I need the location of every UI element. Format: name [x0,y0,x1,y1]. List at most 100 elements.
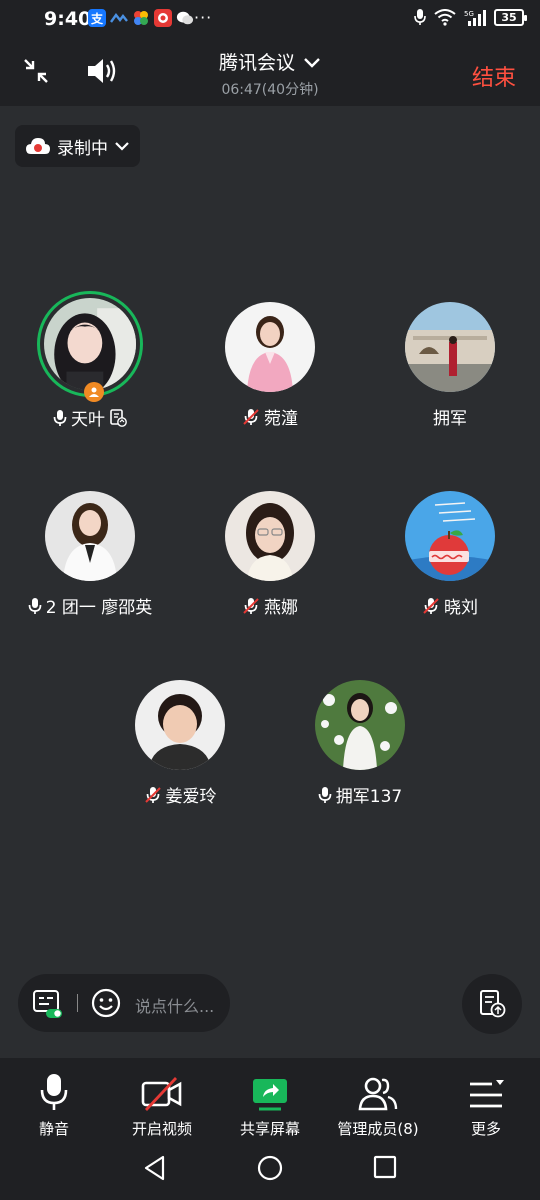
avatar-photo [225,491,315,581]
participant-name: 姜爱玲 [165,787,217,807]
caption-toggle-button[interactable] [32,989,64,1023]
home-circle-icon [257,1155,283,1181]
participant-name: 燕娜 [264,598,298,618]
more-button[interactable]: 更多 [432,1068,540,1139]
host-icon [89,387,99,397]
share-screen-icon [253,1079,287,1111]
participant-name: 拥军 [433,409,467,429]
system-navigation-bar [0,1140,540,1200]
avatar-photo [135,680,225,770]
meeting-title: 腾讯会议 [218,52,295,74]
more-label: 更多 [470,1120,501,1138]
back-triangle-icon [144,1155,165,1181]
chevron-down-icon [115,142,129,151]
app-notification-icon [110,9,128,27]
manage-members-label: 管理成员(8) [337,1120,419,1138]
participant-tile[interactable]: 拥军137 [270,680,450,807]
participant-tile[interactable]: 拥军 [360,302,540,429]
nav-home-button[interactable] [257,1155,283,1185]
participant-name: 晓刘 [444,598,478,618]
notes-icon [480,990,506,1018]
status-bar: 9:40 支 ··· 5G 35 [0,0,540,40]
participant-name-row: 姜爱玲 [90,782,270,807]
cloud-recording-icon [26,138,50,154]
avatar [225,302,315,392]
video-off-icon [141,1077,182,1111]
participant-tile[interactable]: 菀潼 [180,302,360,429]
photos-app-icon [132,9,150,27]
caption-icon [33,990,62,1018]
mic-muted-icon [243,597,259,614]
participant-name: 拥军137 [335,787,403,807]
avatar [37,291,143,402]
nav-back-button[interactable] [143,1155,167,1185]
participant-name-row: 2 团一 廖邵英 [0,593,180,618]
avatar [405,302,495,392]
mic-muted-icon [144,786,161,803]
participant-name-row: 拥军 [360,404,540,429]
notes-sync-icon [110,408,127,427]
avatar [135,680,225,770]
more-menu-icon [470,1080,504,1108]
avatar [45,491,135,581]
divider [77,994,78,1012]
participant-tile[interactable]: 姜爱玲 [90,680,270,807]
manage-members-button[interactable]: 管理成员(8) [324,1068,432,1139]
status-right: 5G 35 [414,8,527,26]
mic-icon [40,1074,68,1110]
meeting-notes-button[interactable] [462,974,522,1034]
mic-icon [318,786,332,803]
share-screen-button[interactable]: 共享屏幕 [216,1068,324,1139]
participant-tile[interactable]: 2 团一 廖邵英 [0,491,180,618]
mic-muted-icon [423,597,439,614]
participant-tile[interactable]: 晓刘 [360,491,540,618]
emoji-button[interactable] [91,988,121,1022]
svg-text:5G: 5G [464,10,474,18]
nav-recents-button[interactable] [373,1155,397,1183]
participant-name-row: 天叶 [0,405,180,430]
game-app-icon [154,9,172,27]
wechat-icon [176,9,194,27]
recording-status-button[interactable]: 录制中 [15,125,140,167]
mic-muted-icon [243,408,259,425]
wifi-icon [434,8,456,26]
participant-name-row: 晓刘 [360,593,540,618]
alipay-icon: 支 [88,9,106,27]
share-screen-label: 共享屏幕 [239,1120,300,1138]
avatar [315,680,405,770]
mic-icon [28,597,42,614]
participant-name-row: 拥军137 [270,782,450,807]
meeting-title-row[interactable]: 腾讯会议 [0,48,540,75]
status-time: 9:40 [44,8,92,30]
start-video-button[interactable]: 开启视频 [108,1068,216,1139]
mute-button[interactable]: 静音 [0,1068,108,1139]
avatar-photo [405,491,495,581]
participant-name: 天叶 [71,410,105,430]
emoji-icon [91,988,121,1018]
notification-icons: 支 [88,9,194,27]
recents-square-icon [373,1155,397,1179]
signal-5g-icon: 5G [464,9,486,26]
start-video-label: 开启视频 [131,1120,192,1138]
avatar-photo [45,491,135,581]
chat-input[interactable]: 说点什么... [135,993,214,1017]
chat-bar[interactable]: 说点什么... [18,974,230,1032]
meeting-elapsed-time: 06:47(40分钟) [221,82,319,98]
mic-icon [53,409,67,426]
host-badge [84,382,104,402]
participant-name-row: 燕娜 [180,593,360,618]
avatar-photo [225,302,315,392]
avatar-photo [315,680,405,770]
participant-name-row: 菀潼 [180,404,360,429]
chevron-down-icon [304,58,320,68]
battery-indicator: 35 [494,8,527,26]
recording-label: 录制中 [57,138,108,159]
participant-name: 菀潼 [264,409,298,429]
participant-tile[interactable]: 天叶 [0,291,180,430]
meeting-header: 腾讯会议 06:47(40分钟) 结束 [0,40,540,106]
end-meeting-button[interactable]: 结束 [472,60,516,92]
meeting-info[interactable]: 腾讯会议 06:47(40分钟) [0,48,540,99]
participant-tile[interactable]: 燕娜 [180,491,360,618]
avatar-photo [44,298,136,390]
avatar [405,491,495,581]
